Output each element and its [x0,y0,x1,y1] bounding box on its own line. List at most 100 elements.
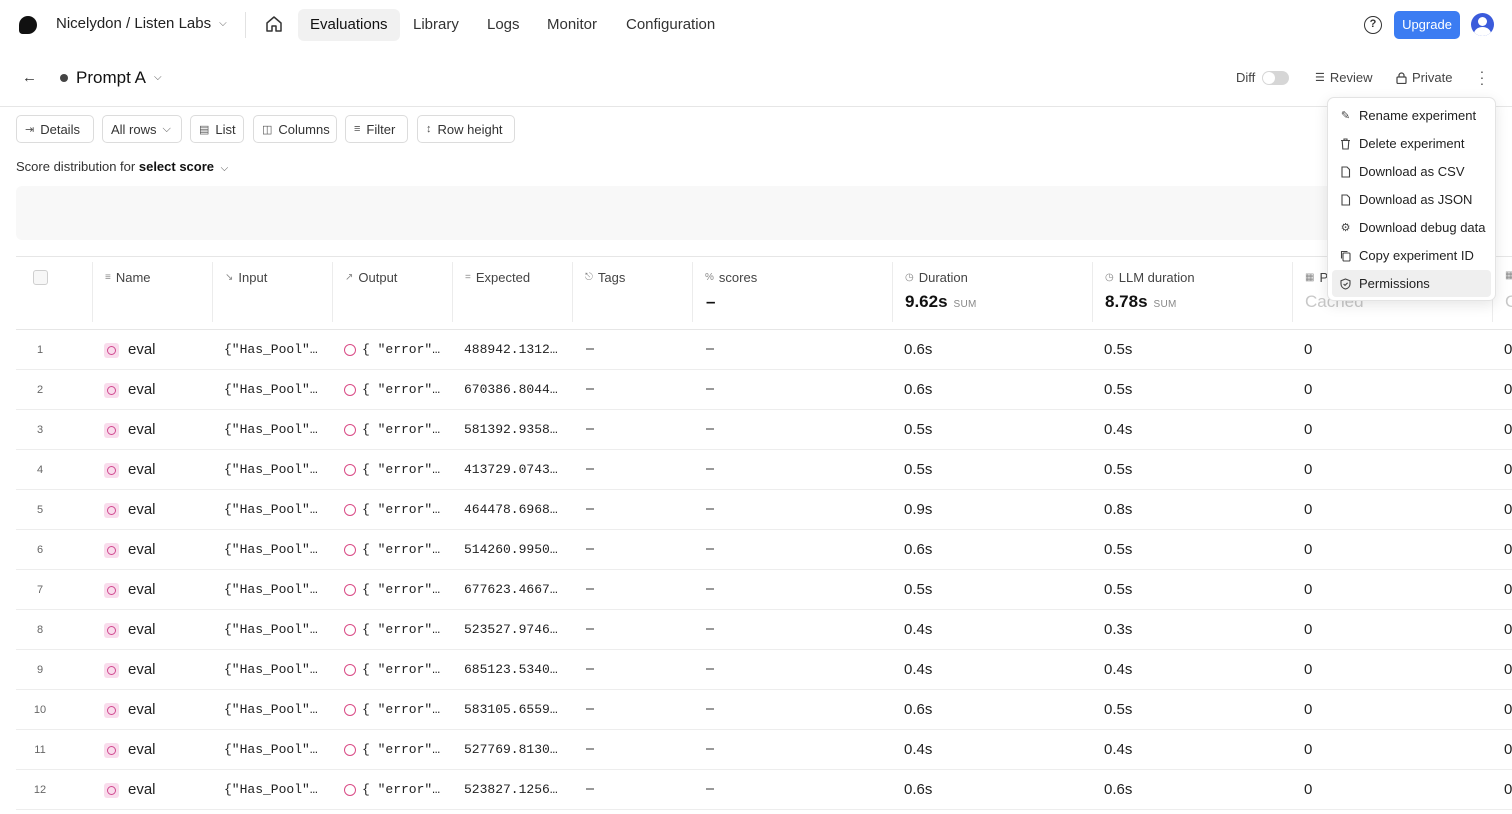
row-tags: – [586,740,595,757]
columns-button[interactable]: ◫ Columns [253,115,337,143]
table-top-border [16,256,1512,257]
error-icon [344,584,356,596]
duration-sum-value: 9.62s [905,292,948,311]
review-button[interactable]: ☰ Review [1315,70,1373,85]
table-row[interactable]: 3 eval {"Has_Pool"… { "error"… 581392.9358… –… [16,410,1512,450]
column-header-partial-next[interactable]: ▦ [1505,270,1512,281]
row-input: {"Has_Pool"… [224,542,318,557]
row-partial-next: 0 [1504,461,1512,478]
chevron-down-icon[interactable]: ⌵ [154,72,162,83]
table-row[interactable]: 4 eval {"Has_Pool"… { "error"… 413729.0743… –… [16,450,1512,490]
row-number: 5 [36,504,44,516]
table-row[interactable]: 1 eval {"Has_Pool"… { "error"… 488942.1312… –… [16,330,1512,370]
list-view-button[interactable]: ▤ List [190,115,244,143]
row-height-label: Row height [437,121,503,137]
table-row[interactable]: 5 eval {"Has_Pool"… { "error"… 464478.6968… –… [16,490,1512,530]
table-row[interactable]: 8 eval {"Has_Pool"… { "error"… 523527.9746… –… [16,610,1512,650]
table-row[interactable]: 11 eval {"Has_Pool"… { "error"… 527769.8130…… [16,730,1512,770]
tab-configuration[interactable]: Configuration [614,9,727,41]
column-divider [212,262,213,322]
row-tags: – [586,580,595,597]
column-header-expected[interactable]: = Expected [465,270,530,285]
column-header-label: Tags [597,270,626,285]
table-row[interactable]: 10 eval {"Has_Pool"… { "error"… 583105.6559…… [16,690,1512,730]
row-expected: 413729.0743… [464,462,558,477]
row-llm-duration: 0.5s [1104,541,1133,558]
tab-monitor[interactable]: Monitor [535,9,609,41]
filter-button[interactable]: ≡ Filter [345,115,408,143]
row-height-button[interactable]: ↕ Row height [417,115,515,143]
row-scores: – [706,780,715,797]
more-vertical-icon[interactable]: · · · [1478,64,1486,90]
row-duration: 0.5s [904,581,933,598]
menu-item-download-json[interactable]: Download as JSON [1332,186,1491,213]
details-button[interactable]: ⇥ Details [16,115,94,143]
avatar[interactable] [1471,13,1494,36]
column-header-name[interactable]: ≡ Name [105,270,151,285]
menu-item-copy-id[interactable]: Copy experiment ID [1332,242,1491,269]
row-duration: 0.6s [904,341,933,358]
menu-item-download-csv[interactable]: Download as CSV [1332,158,1491,185]
eval-span-icon [104,583,119,598]
row-scores: – [706,740,715,757]
row-tags: – [586,700,595,717]
column-header-llm-duration[interactable]: ◷ LLM duration [1105,270,1195,285]
row-expected: 523527.9746… [464,622,558,637]
scores-aggregate: – [706,292,716,311]
table-row[interactable]: 6 eval {"Has_Pool"… { "error"… 514260.9950… –… [16,530,1512,570]
back-arrow-icon[interactable]: ← [22,69,37,86]
row-llm-duration: 0.4s [1104,741,1133,758]
menu-item-rename[interactable]: ✎ Rename experiment [1332,102,1491,129]
org-switcher[interactable]: Nicelydon / Listen Labs ⌵ [56,15,227,32]
experiment-title[interactable]: Prompt A [76,68,146,88]
home-icon[interactable] [264,14,284,34]
tab-logs[interactable]: Logs [475,9,532,41]
row-number: 10 [33,704,47,716]
upgrade-button[interactable]: Upgrade [1394,11,1460,39]
app-logo[interactable] [19,16,37,34]
error-icon [344,664,356,676]
tab-evaluations[interactable]: Evaluations [298,9,400,41]
row-partial: 0 [1304,341,1313,358]
table-row[interactable]: 9 eval {"Has_Pool"… { "error"… 685123.5340… –… [16,650,1512,690]
menu-item-permissions[interactable]: Permissions [1332,270,1491,297]
row-duration: 0.9s [904,501,933,518]
column-header-output[interactable]: ↗ Output [345,270,397,285]
row-name: eval [128,341,156,358]
rows-filter-select[interactable]: All rows ⌵ [102,115,182,143]
privacy-button[interactable]: Private [1396,70,1452,85]
table-row[interactable]: 7 eval {"Has_Pool"… { "error"… 677623.4667… –… [16,570,1512,610]
row-input: {"Has_Pool"… [224,342,318,357]
row-partial-next: 0 [1504,501,1512,518]
select-all-checkbox[interactable] [33,270,48,285]
row-output: { "error"… [362,582,441,597]
row-partial: 0 [1304,461,1313,478]
column-header-label: Duration [918,270,968,285]
table-row[interactable]: 12 eval {"Has_Pool"… { "error"… 523827.1256…… [16,770,1512,810]
column-header-scores[interactable]: % scores [705,270,757,285]
score-distribution-selector[interactable]: Score distribution for select score ⌵ [16,159,228,174]
column-header-duration[interactable]: ◷ Duration [905,270,968,285]
row-input: {"Has_Pool"… [224,382,318,397]
row-llm-duration: 0.5s [1104,701,1133,718]
column-header-tags[interactable]: ⎋ Tags [585,270,625,285]
table-row[interactable]: 2 eval {"Has_Pool"… { "error"… 670386.8044… –… [16,370,1512,410]
row-llm-duration: 0.6s [1104,781,1133,798]
review-label: Review [1329,70,1373,85]
help-icon[interactable]: ? [1364,16,1382,34]
percent-icon: % [705,272,714,283]
tab-library[interactable]: Library [401,9,471,41]
diff-toggle[interactable] [1262,71,1289,85]
chevron-down-icon: ⌵ [220,163,229,174]
row-scores: – [706,500,715,517]
row-expected: 488942.1312… [464,342,558,357]
error-icon [344,344,356,356]
equals-icon: = [465,272,471,283]
row-scores: – [706,420,715,437]
row-expected: 670386.8044… [464,382,558,397]
column-divider [572,262,573,322]
column-header-input[interactable]: ↘ Input [225,270,267,285]
menu-item-delete[interactable]: Delete experiment [1332,130,1491,157]
column-header-partial[interactable]: ▦ P [1305,270,1328,285]
menu-item-download-debug[interactable]: ⚙ Download debug data [1332,214,1491,241]
